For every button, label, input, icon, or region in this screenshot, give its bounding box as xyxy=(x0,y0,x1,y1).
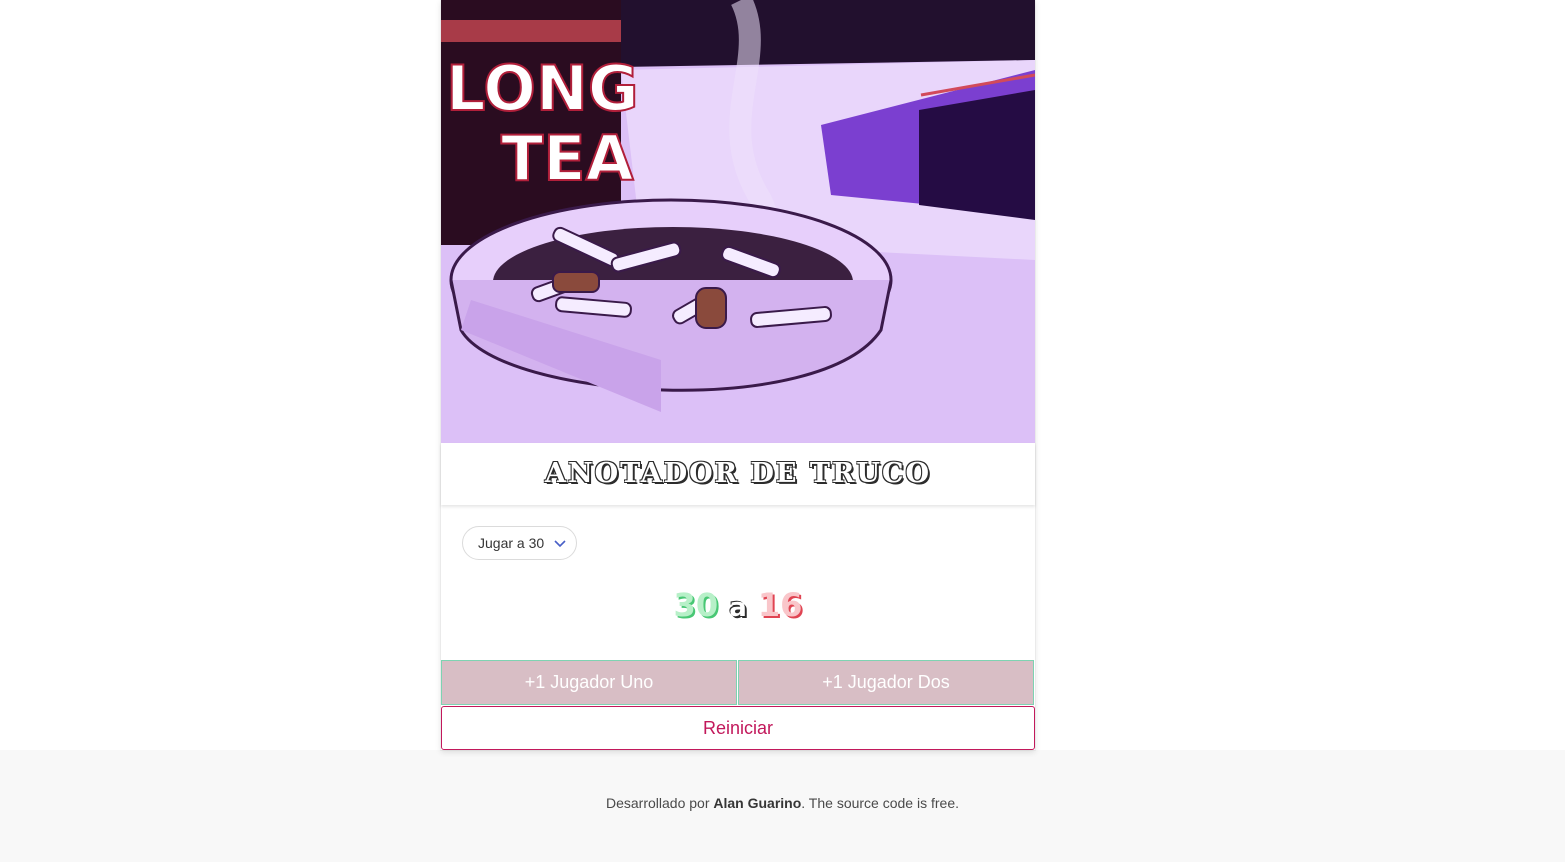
footer-suffix: . The source code is free. xyxy=(801,795,959,811)
reset-button[interactable]: Reiniciar xyxy=(441,706,1035,750)
hero-image: LONG TEA xyxy=(441,0,1035,443)
player-two-score: 16 xyxy=(757,586,803,624)
title-bar: ANOTADOR DE TRUCO xyxy=(441,443,1035,505)
bottle-text-tea: TEA xyxy=(501,122,634,195)
add-point-player-two-button[interactable]: +1 Jugador Dos xyxy=(738,660,1034,705)
score-separator: a xyxy=(729,593,747,623)
game-mode-value: Jugar a 30 xyxy=(478,535,545,551)
bottle-text-long: LONG xyxy=(446,52,639,125)
add-point-player-one-button[interactable]: +1 Jugador Uno xyxy=(441,660,737,705)
game-mode-select[interactable]: Jugar a 30 xyxy=(462,526,577,560)
author-link[interactable]: Alan Guarino xyxy=(713,795,801,811)
footer-credits: Desarrollado por Alan Guarino. The sourc… xyxy=(0,795,1565,811)
score-display: 30 a 16 xyxy=(441,586,1035,624)
hero-illustration: LONG TEA xyxy=(441,0,1035,443)
footer-prefix: Desarrollado por xyxy=(605,795,714,811)
page-title: ANOTADOR DE TRUCO xyxy=(545,458,931,489)
chevron-down-icon xyxy=(554,540,566,548)
scoreboard-card: LONG TEA ANOTADOR DE TRUCO Jugar a 30 30… xyxy=(441,0,1035,750)
player-one-score: 30 xyxy=(673,586,719,624)
